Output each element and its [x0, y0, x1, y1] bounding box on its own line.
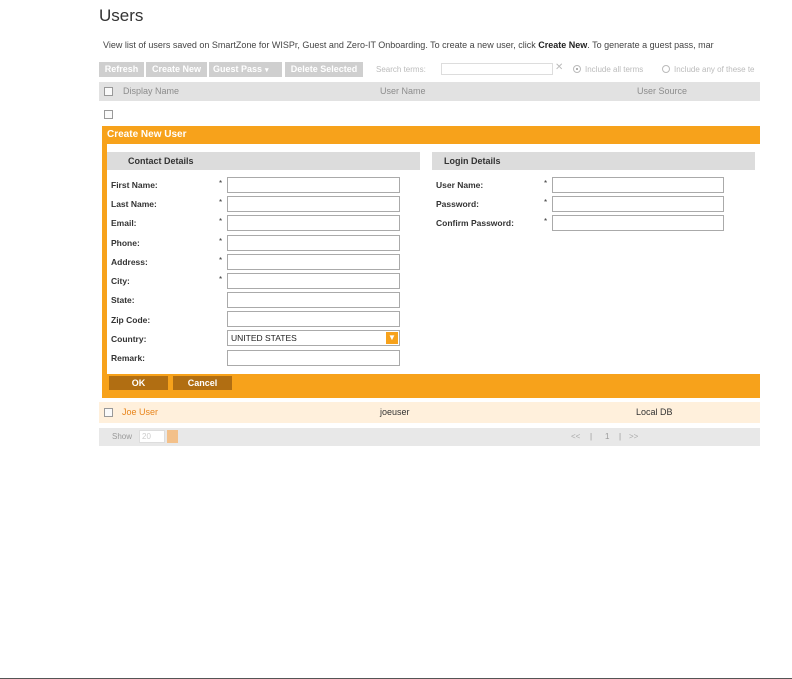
chevron-down-icon: ▾	[265, 67, 269, 74]
panel-title: Create New User	[107, 129, 187, 140]
include-all-radio[interactable]	[573, 65, 581, 73]
user-name-cell: joeuser	[380, 407, 410, 417]
row-checkbox[interactable]	[104, 408, 113, 417]
email-label: Email:	[111, 218, 137, 228]
page-description: View list of users saved on SmartZone fo…	[103, 40, 760, 50]
required-mark: *	[219, 275, 223, 284]
search-label: Search terms:	[376, 65, 426, 74]
cancel-button[interactable]: Cancel	[173, 376, 232, 390]
next-page-button[interactable]: >>	[629, 432, 638, 441]
login-details-heading: Login Details	[432, 152, 755, 170]
pager-separator: |	[590, 432, 593, 441]
search-input[interactable]	[441, 63, 553, 75]
delete-selected-button[interactable]: Delete Selected	[285, 62, 363, 77]
required-mark: *	[544, 198, 548, 207]
remark-label: Remark:	[111, 353, 146, 363]
email-field[interactable]	[227, 215, 400, 231]
description-text-1: View list of users saved on SmartZone fo…	[103, 40, 539, 50]
guest-pass-label: Guest Pass	[213, 64, 263, 74]
required-mark: *	[544, 179, 548, 188]
user-name-field[interactable]	[552, 177, 724, 193]
first-name-field[interactable]	[227, 177, 400, 193]
pager-separator: |	[619, 432, 622, 441]
guest-pass-button[interactable]: Guest Pass ▾	[209, 62, 282, 77]
refresh-button[interactable]: Refresh	[99, 62, 144, 77]
required-mark: *	[219, 179, 223, 188]
new-user-row	[99, 102, 760, 126]
table-row[interactable]: Joe User joeuser Local DB	[99, 402, 760, 423]
page-title: Users	[99, 6, 144, 25]
column-display-name[interactable]: Display Name	[123, 86, 179, 96]
password-field[interactable]	[552, 196, 724, 212]
prev-page-button[interactable]: <<	[571, 432, 580, 441]
state-label: State:	[111, 295, 135, 305]
country-select[interactable]: UNITED STATES ▼	[227, 330, 400, 346]
address-label: Address:	[111, 257, 148, 267]
panel-body: Contact Details Login Details First Name…	[107, 144, 760, 374]
required-mark: *	[544, 217, 548, 226]
city-label: City:	[111, 276, 130, 286]
close-icon[interactable]: ✕	[555, 62, 563, 73]
toolbar: Refresh Create New Guest Pass ▾ Delete Se…	[99, 62, 760, 77]
show-label: Show	[112, 432, 133, 441]
first-name-label: First Name:	[111, 180, 158, 190]
last-name-field[interactable]	[227, 196, 400, 212]
contact-details-heading: Contact Details	[107, 152, 420, 170]
new-row-checkbox[interactable]	[104, 110, 113, 119]
grid-header: Display Name User Name User Source	[99, 82, 760, 101]
remark-field[interactable]	[227, 350, 400, 366]
description-bold-create-new: Create New	[538, 40, 588, 50]
page-size-select[interactable]: 20	[139, 430, 165, 443]
chevron-down-icon[interactable]	[167, 430, 178, 443]
phone-field[interactable]	[227, 235, 400, 251]
required-mark: *	[219, 217, 223, 226]
create-user-panel: Create New User Contact Details Login De…	[102, 126, 760, 398]
panel-footer: OK Cancel	[107, 374, 760, 394]
required-mark: *	[219, 256, 223, 265]
include-any-radio[interactable]	[662, 65, 670, 73]
confirm-password-label: Confirm Password:	[436, 218, 514, 228]
address-field[interactable]	[227, 254, 400, 270]
password-label: Password:	[436, 199, 479, 209]
include-any-label: Include any of these te	[674, 65, 755, 74]
country-label: Country:	[111, 334, 147, 344]
user-source-cell: Local DB	[636, 407, 673, 417]
zip-code-label: Zip Code:	[111, 315, 151, 325]
city-field[interactable]	[227, 273, 400, 289]
pager: Show 20 << | 1 | >>	[99, 428, 760, 446]
country-value: UNITED STATES	[231, 333, 297, 343]
column-user-source[interactable]: User Source	[637, 86, 687, 96]
chevron-down-icon[interactable]: ▼	[386, 332, 398, 344]
include-all-label: Include all terms	[585, 65, 644, 74]
ok-button[interactable]: OK	[109, 376, 168, 390]
state-field[interactable]	[227, 292, 400, 308]
last-name-label: Last Name:	[111, 199, 157, 209]
display-name-link[interactable]: Joe User	[122, 407, 158, 417]
phone-label: Phone:	[111, 238, 140, 248]
column-user-name[interactable]: User Name	[380, 86, 426, 96]
zip-code-field[interactable]	[227, 311, 400, 327]
description-text-2: . To generate a guest pass, mar	[587, 40, 714, 50]
required-mark: *	[219, 198, 223, 207]
current-page[interactable]: 1	[605, 432, 609, 441]
select-all-checkbox[interactable]	[104, 87, 113, 96]
user-name-label: User Name:	[436, 180, 484, 190]
create-new-button[interactable]: Create New	[146, 62, 207, 77]
confirm-password-field[interactable]	[552, 215, 724, 231]
required-mark: *	[219, 237, 223, 246]
